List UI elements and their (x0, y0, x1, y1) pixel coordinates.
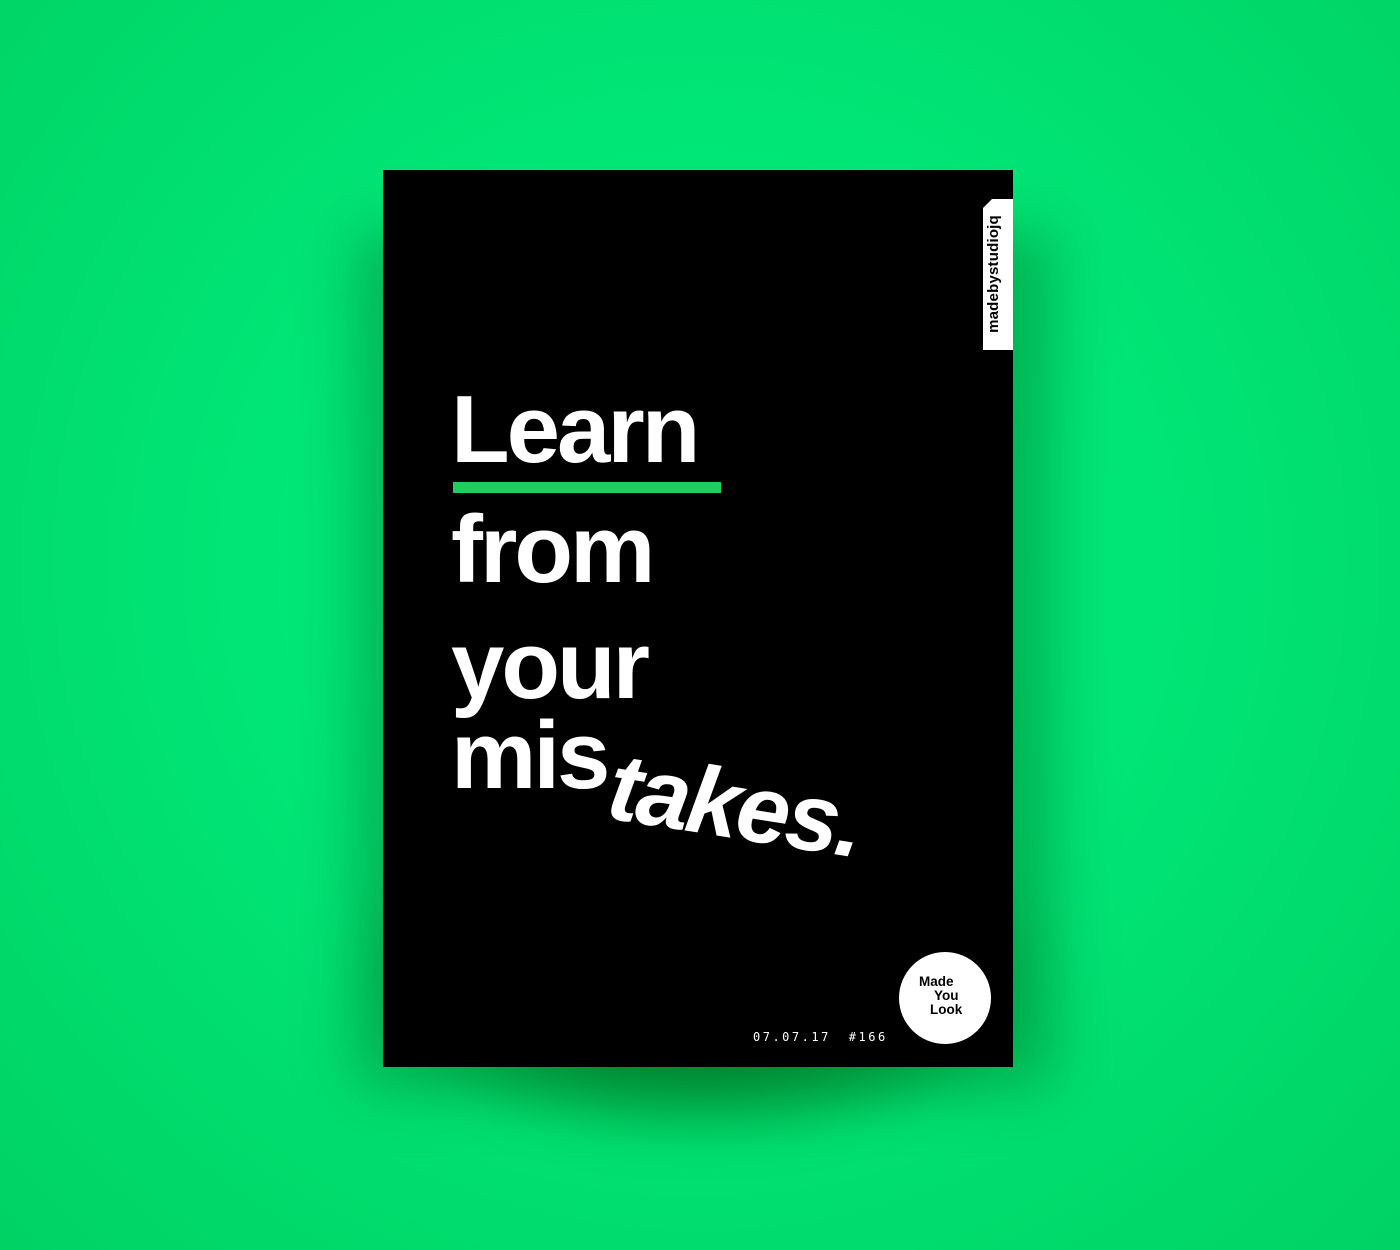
headline-word-your: your (451, 612, 650, 719)
headline-word-from: from (451, 496, 655, 603)
brand-tab-label: madebystudiojq (985, 215, 1002, 333)
badge-line-made: Made (919, 974, 954, 989)
poster-number: #166 (848, 1030, 888, 1044)
badge-line-you: You (934, 988, 959, 1003)
badge-line-look: Look (930, 1002, 963, 1017)
made-you-look-badge: Made You Look (899, 952, 991, 1044)
poster-date: 07.07.17 (753, 1030, 831, 1044)
headline-word-takes-slanted: takes. (601, 732, 870, 879)
poster: madebystudiojq Learn from your mis takes… (383, 170, 1013, 1067)
poster-footer-meta: 07.07.17 #166 (753, 1030, 888, 1044)
headline-word-learn: Learn (451, 376, 700, 483)
headline-underline (453, 482, 721, 493)
headline-word-mis: mis (451, 702, 610, 809)
